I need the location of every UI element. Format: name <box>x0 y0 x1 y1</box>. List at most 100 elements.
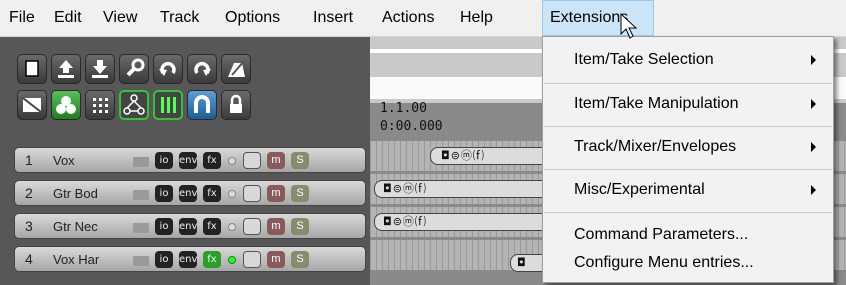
env-button[interactable]: env <box>179 152 197 169</box>
item-icons: ◘⊜ⓜ⒡ <box>383 215 427 228</box>
fx-status-indicator <box>228 256 236 264</box>
track-name[interactable]: Vox <box>53 153 117 168</box>
media-item[interactable]: ◘⊜ⓜ⒡ <box>374 180 550 198</box>
env-button[interactable]: env <box>179 251 197 268</box>
new-project-icon <box>25 60 39 77</box>
loop-button[interactable] <box>187 90 217 120</box>
mute-button[interactable]: m <box>267 185 285 202</box>
env-button[interactable]: env <box>179 218 197 235</box>
fx-status-indicator <box>228 223 236 231</box>
menu-edit[interactable]: Edit <box>47 0 89 36</box>
env-button[interactable]: env <box>179 185 197 202</box>
mute-button[interactable]: m <box>267 152 285 169</box>
media-item[interactable]: ◘⊜ⓜ⒡ <box>374 213 550 231</box>
track-name[interactable]: Gtr Bod <box>53 186 117 201</box>
redo-icon <box>194 62 211 76</box>
extensions-dropdown: Item/Take Selection Item/Take Manipulati… <box>542 36 834 283</box>
lock-button[interactable] <box>221 90 251 120</box>
mouse-cursor-icon <box>620 13 638 39</box>
folder-icon[interactable] <box>133 223 149 233</box>
menu-separator <box>544 126 832 127</box>
ruler-bar-position: 1.1.00 <box>380 101 427 116</box>
track-number: 1 <box>25 152 33 168</box>
phase-button[interactable] <box>243 251 261 268</box>
menu-track[interactable]: Track <box>153 0 206 36</box>
grid-icon <box>93 98 108 113</box>
track-number: 3 <box>25 218 33 234</box>
undo-button[interactable] <box>153 54 183 84</box>
solo-button[interactable]: S <box>291 185 309 202</box>
fx-button[interactable]: fx <box>203 251 221 268</box>
track-name[interactable]: Vox Har <box>53 252 117 267</box>
fx-status-indicator <box>228 157 236 165</box>
folder-icon[interactable] <box>133 157 149 167</box>
track-row[interactable]: 3 Gtr Nec io env fx m S <box>14 213 366 239</box>
menu-item-item-take-manipulation[interactable]: Item/Take Manipulation <box>543 86 833 122</box>
io-button[interactable]: io <box>155 185 173 202</box>
menu-separator <box>544 169 832 170</box>
menu-item-label: Track/Mixer/Envelopes <box>574 138 737 155</box>
menu-item-configure-menu-entries[interactable]: Configure Menu entries... <box>543 248 833 278</box>
menu-item-label: Item/Take Manipulation <box>574 95 739 112</box>
group-button[interactable] <box>51 90 81 120</box>
grid-button[interactable] <box>85 90 115 120</box>
envelope-button[interactable] <box>17 90 47 120</box>
submenu-arrow-icon <box>811 185 816 195</box>
download-icon <box>92 60 108 78</box>
item-icons: ◘⊜ⓜ⒡ <box>441 149 485 162</box>
fx-status-indicator <box>228 190 236 198</box>
media-item[interactable]: ◘⊜ⓜ⒡ <box>430 147 550 165</box>
io-button[interactable]: io <box>155 218 173 235</box>
menu-file[interactable]: File <box>2 0 42 36</box>
solo-button[interactable]: S <box>291 251 309 268</box>
download-button[interactable] <box>85 54 115 84</box>
phase-button[interactable] <box>243 152 261 169</box>
new-project-button[interactable] <box>17 54 47 84</box>
io-button[interactable]: io <box>155 251 173 268</box>
menu-item-misc-experimental[interactable]: Misc/Experimental <box>543 172 833 208</box>
menu-bar: File Edit View Track Options Insert Acti… <box>0 0 846 37</box>
menu-item-track-mixer-envelopes[interactable]: Track/Mixer/Envelopes <box>543 129 833 165</box>
wrench-icon <box>126 58 145 77</box>
track-row[interactable]: 4 Vox Har io env fx m S <box>14 246 366 272</box>
menu-item-item-take-selection[interactable]: Item/Take Selection <box>543 42 833 78</box>
menu-item-command-parameters[interactable]: Command Parameters... <box>543 220 833 250</box>
folder-icon[interactable] <box>133 190 149 200</box>
mute-button[interactable]: m <box>267 251 285 268</box>
track-name[interactable]: Gtr Nec <box>53 219 117 234</box>
redo-button[interactable] <box>187 54 217 84</box>
track-number: 4 <box>25 251 33 267</box>
snap-icon <box>123 94 145 115</box>
loop-icon <box>194 95 210 113</box>
phase-button[interactable] <box>243 185 261 202</box>
menu-view[interactable]: View <box>96 0 144 36</box>
track-row[interactable]: 2 Gtr Bod io env fx m S <box>14 180 366 206</box>
menu-item-label: Misc/Experimental <box>574 181 705 198</box>
solo-button[interactable]: S <box>291 152 309 169</box>
fx-button[interactable]: fx <box>203 152 221 169</box>
menu-help[interactable]: Help <box>453 0 500 36</box>
menu-actions[interactable]: Actions <box>375 0 441 36</box>
upload-button[interactable] <box>51 54 81 84</box>
folder-icon[interactable] <box>133 256 149 266</box>
io-button[interactable]: io <box>155 152 173 169</box>
fx-button[interactable]: fx <box>203 185 221 202</box>
menu-item-label: Configure Menu entries... <box>574 254 754 271</box>
metronome-button[interactable] <box>221 54 251 84</box>
ruler-time-position: 0:00.000 <box>380 119 443 134</box>
menu-options[interactable]: Options <box>218 0 287 36</box>
menu-insert[interactable]: Insert <box>306 0 360 36</box>
ripple-button[interactable] <box>153 90 183 120</box>
menu-separator <box>544 83 832 84</box>
snap-button[interactable] <box>119 90 149 120</box>
phase-button[interactable] <box>243 218 261 235</box>
solo-button[interactable]: S <box>291 218 309 235</box>
mute-button[interactable]: m <box>267 218 285 235</box>
ripple-icon <box>161 97 176 113</box>
wrench-button[interactable] <box>119 54 149 84</box>
submenu-arrow-icon <box>811 99 816 109</box>
fx-button[interactable]: fx <box>203 218 221 235</box>
upload-icon <box>58 60 74 78</box>
track-row[interactable]: 1 Vox io env fx m S <box>14 147 366 173</box>
submenu-arrow-icon <box>811 142 816 152</box>
